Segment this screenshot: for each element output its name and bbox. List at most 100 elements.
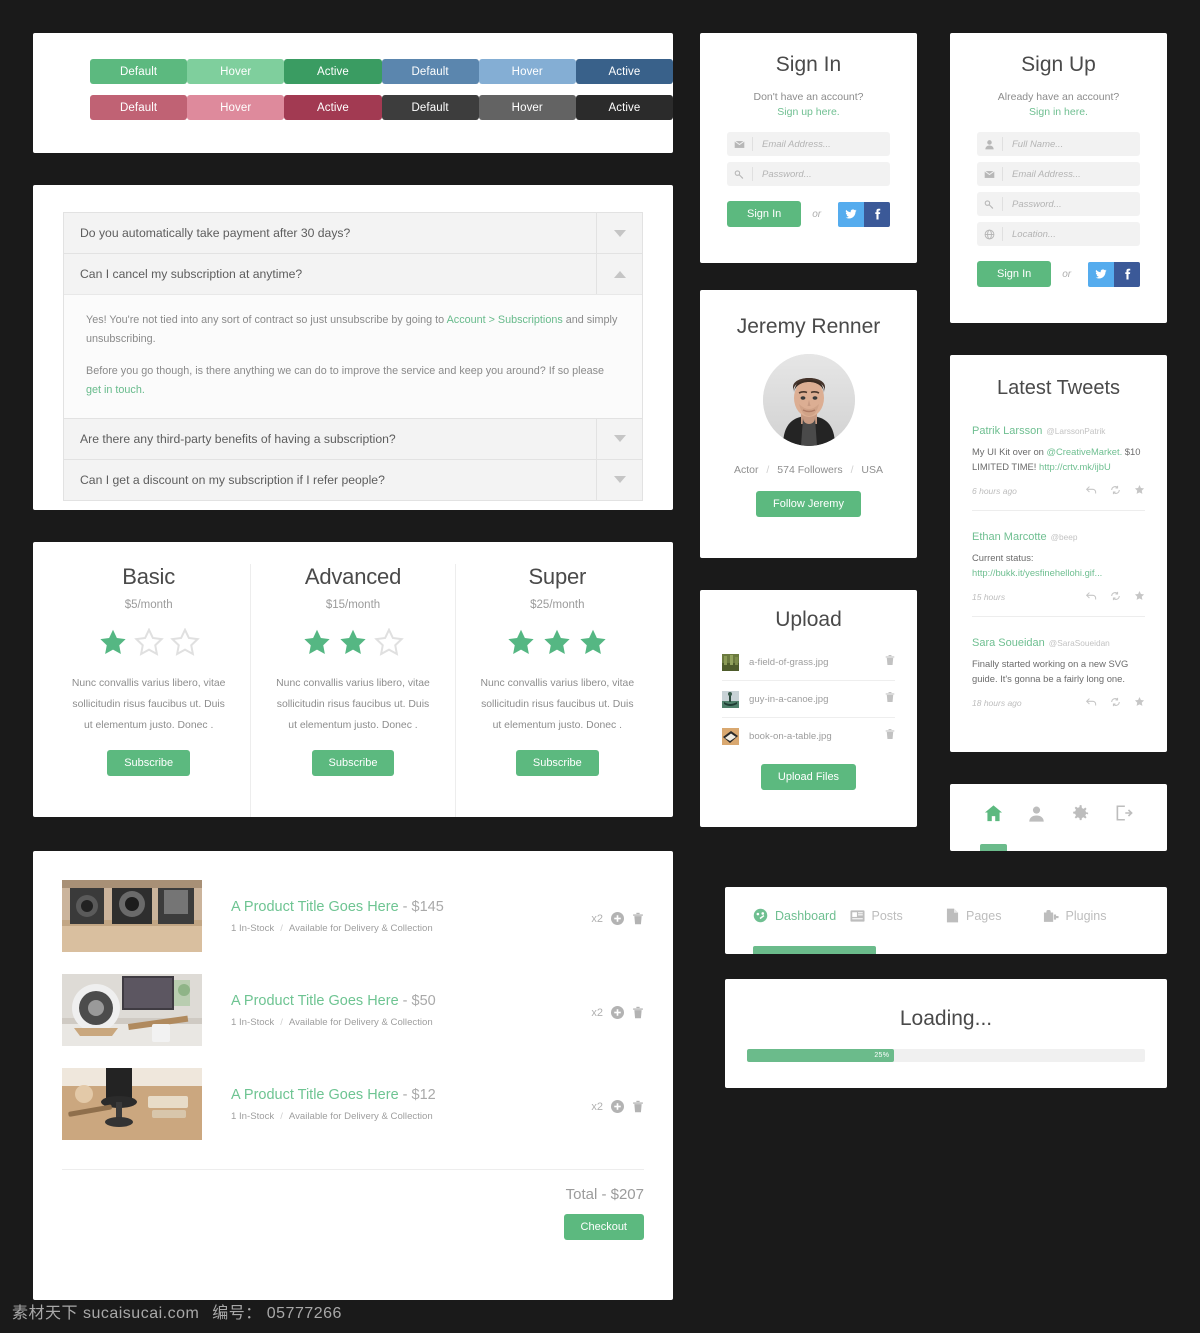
button-swatch-default-1-0[interactable]: Default (90, 95, 188, 120)
product-title[interactable]: A Product Title Goes Here - $50 (231, 993, 591, 1009)
icon-nav-bar (950, 784, 1167, 823)
tweet-link[interactable]: @CreativeMarket. (1047, 446, 1123, 457)
email-address-input[interactable] (753, 138, 890, 150)
subscribe-button[interactable]: Subscribe (107, 750, 191, 777)
tweet-footer: 18 hours ago (972, 694, 1145, 712)
logout-icon[interactable] (1102, 804, 1145, 823)
faq-answer-1: Yes! You're not tied into any sort of co… (64, 294, 642, 418)
reply-icon[interactable] (1085, 588, 1097, 606)
faq-item: Do you automatically take payment after … (63, 212, 643, 253)
retweet-icon[interactable] (1110, 694, 1121, 712)
product-title[interactable]: A Product Title Goes Here - $12 (231, 1087, 591, 1103)
button-swatch-active-1-5[interactable]: Active (575, 95, 674, 120)
facebook-icon[interactable] (1114, 261, 1140, 287)
add-quantity-icon[interactable] (611, 912, 624, 925)
sign-up-submit-button[interactable]: Sign In (977, 261, 1052, 287)
tweet-link[interactable]: http://crtv.mk/ijbU (1039, 461, 1111, 472)
product-thumbnail (62, 880, 202, 952)
tweet-author[interactable]: Ethan Marcotte (972, 531, 1047, 543)
meta-sep: / (280, 1111, 283, 1122)
form-field (977, 222, 1140, 246)
shopping-cart-card: A Product Title Goes Here - $145 1 In-Sto… (33, 851, 673, 1300)
plan-rating-stars (265, 627, 440, 662)
favorite-icon[interactable] (1134, 588, 1145, 606)
chevron-down-icon[interactable] (596, 459, 642, 500)
button-swatch-default-1-3[interactable]: Default (381, 95, 479, 120)
delete-item-icon[interactable] (632, 1006, 644, 1019)
reply-icon[interactable] (1085, 482, 1097, 500)
faq-question-2[interactable]: Are there any third-party benefits of ha… (64, 418, 642, 459)
sign-in-actions: Sign In or (700, 192, 917, 227)
faq-question-1[interactable]: Can I cancel my subscription at anytime? (64, 254, 642, 294)
tab-posts[interactable]: Posts (849, 908, 947, 923)
password-input[interactable] (753, 168, 890, 180)
retweet-icon[interactable] (1110, 482, 1121, 500)
follow-button-wrap: Follow Jeremy (700, 491, 917, 517)
product-stock: 1 In-Stock (231, 923, 275, 934)
checkout-button[interactable]: Checkout (563, 1214, 644, 1240)
product-title[interactable]: A Product Title Goes Here - $145 (231, 899, 591, 915)
faq-item: Can I get a discount on my subscription … (63, 458, 643, 501)
favorite-icon[interactable] (1134, 694, 1145, 712)
upload-files-button[interactable]: Upload Files (760, 764, 857, 790)
tweet-footer: 15 hours (972, 588, 1145, 606)
loading-card: Loading... 25% (725, 979, 1167, 1088)
button-swatch-active-1-2[interactable]: Active (284, 95, 382, 120)
sign-in-submit-button[interactable]: Sign In (727, 201, 802, 227)
full-name-input[interactable] (1003, 138, 1140, 150)
faq-question-0[interactable]: Do you automatically take payment after … (64, 213, 642, 253)
email-address-input[interactable] (1003, 168, 1140, 180)
sign-up-link[interactable]: Sign up here. (700, 106, 917, 118)
delete-item-icon[interactable] (632, 1100, 644, 1113)
reply-icon[interactable] (1085, 694, 1097, 712)
home-icon[interactable] (972, 804, 1015, 823)
cart-item-info: A Product Title Goes Here - $12 1 In-Stoc… (202, 1068, 591, 1122)
favorite-icon[interactable] (1134, 482, 1145, 500)
faq-answer-link[interactable]: Account > Subscriptions (447, 314, 563, 326)
tab-pages[interactable]: Pages (946, 908, 1043, 923)
delete-file-icon[interactable] (885, 727, 895, 745)
button-swatch-default-0-3[interactable]: Default (381, 59, 479, 84)
tweet-link[interactable]: http://bukk.it/yesfinehellohi.gif... (972, 567, 1102, 578)
cart-item-info: A Product Title Goes Here - $50 1 In-Stoc… (202, 974, 591, 1028)
button-swatch-active-0-2[interactable]: Active (284, 59, 382, 84)
button-swatch-active-0-5[interactable]: Active (575, 59, 674, 84)
user-icon[interactable] (1015, 804, 1058, 823)
button-swatch-hover-1-1[interactable]: Hover (187, 95, 285, 120)
twitter-icon[interactable] (1088, 261, 1114, 287)
sign-in-link[interactable]: Sign in here. (950, 106, 1167, 118)
password-input[interactable] (1003, 198, 1140, 210)
subscribe-button[interactable]: Subscribe (311, 750, 395, 777)
facebook-icon[interactable] (864, 201, 890, 227)
product-thumbnail (62, 1068, 202, 1140)
tweet-timestamp: 18 hours ago (972, 698, 1022, 709)
tweet-author[interactable]: Sara Soueidan (972, 637, 1045, 649)
delete-file-icon[interactable] (885, 653, 895, 671)
button-swatch-hover-0-1[interactable]: Hover (187, 59, 285, 84)
add-quantity-icon[interactable] (611, 1100, 624, 1113)
button-swatch-default-0-0[interactable]: Default (90, 59, 188, 84)
twitter-icon[interactable] (838, 201, 864, 227)
chevron-down-icon[interactable] (596, 213, 642, 253)
gear-icon[interactable] (1059, 804, 1102, 823)
follow-button[interactable]: Follow Jeremy (756, 491, 861, 517)
chevron-down-icon[interactable] (596, 418, 642, 459)
sign-in-fields (700, 118, 917, 186)
form-field (727, 162, 890, 186)
tab-dashboard[interactable]: Dashboard (753, 908, 850, 923)
tweet-author[interactable]: Patrik Larsson (972, 425, 1042, 437)
button-swatch-hover-0-4[interactable]: Hover (478, 59, 576, 84)
subscribe-button[interactable]: Subscribe (515, 750, 599, 777)
button-swatch-hover-1-4[interactable]: Hover (478, 95, 576, 120)
faq-answer-link[interactable]: get in touch. (86, 384, 145, 396)
location-input[interactable] (1003, 228, 1140, 240)
faq-question-3[interactable]: Can I get a discount on my subscription … (64, 459, 642, 500)
tab-plugins[interactable]: Plugins (1043, 908, 1140, 923)
retweet-icon[interactable] (1110, 588, 1121, 606)
add-quantity-icon[interactable] (611, 1006, 624, 1019)
delete-file-icon[interactable] (885, 690, 895, 708)
delete-item-icon[interactable] (632, 912, 644, 925)
chevron-up-icon[interactable] (596, 254, 642, 294)
ui-kit-canvas: Default Hover Active Default Hover Active Def… (0, 0, 1200, 1333)
tweet-text: Current status: http://bukk.it/yesfinehe… (972, 552, 1103, 579)
